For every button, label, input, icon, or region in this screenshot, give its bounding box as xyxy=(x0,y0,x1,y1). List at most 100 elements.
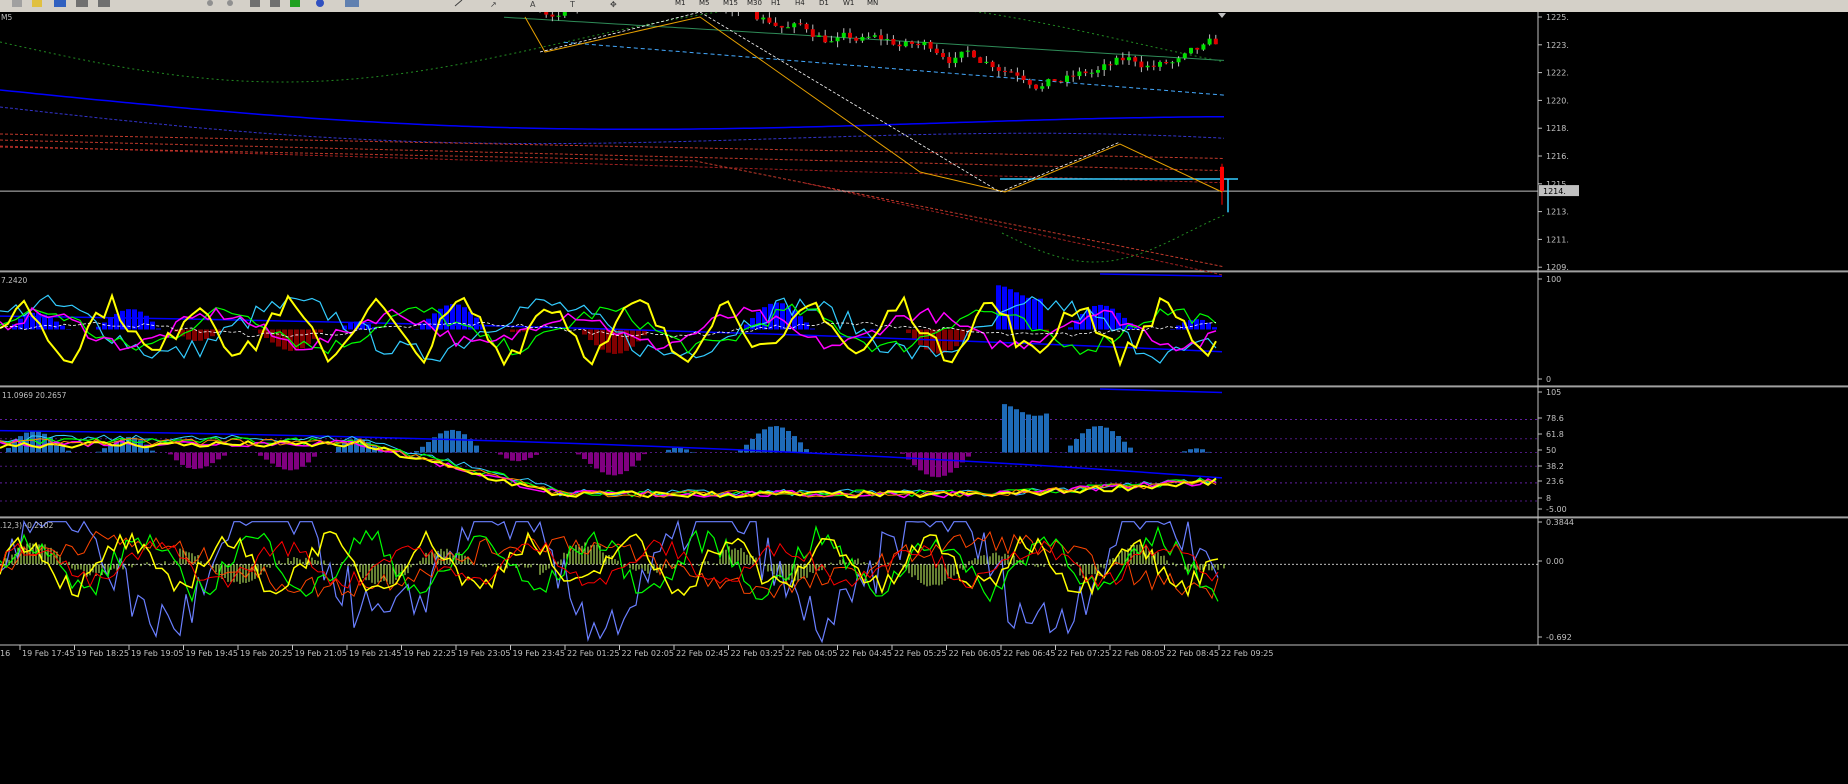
histogram-bar-positive xyxy=(756,312,761,330)
candle-body xyxy=(1176,58,1181,63)
histogram-bar-positive xyxy=(102,322,107,330)
histogram-bar-negative xyxy=(174,452,179,461)
histogram-bar-negative xyxy=(510,452,515,461)
histogram-bar-positive xyxy=(456,304,461,330)
histogram-bar-positive xyxy=(30,431,35,453)
timeframe-w1[interactable]: W1 xyxy=(843,0,854,7)
histogram-bar-positive xyxy=(132,309,137,330)
histogram-bar-negative xyxy=(306,329,311,345)
histogram-bar-positive xyxy=(60,446,65,453)
histogram-bar-positive xyxy=(102,448,107,453)
histogram-bar-positive xyxy=(780,303,785,330)
axis-tick-label: -0.692 xyxy=(1546,633,1572,642)
histogram-bar-positive xyxy=(1104,427,1109,453)
histogram-bar-positive xyxy=(1116,435,1121,453)
candle-body xyxy=(1052,79,1057,82)
axis-tick-label: 105 xyxy=(1546,388,1561,397)
toolbar-icons-left[interactable] xyxy=(10,0,130,8)
histogram-bar-negative xyxy=(282,452,287,470)
timeframe-m1[interactable]: M1 xyxy=(675,0,686,7)
candle-body xyxy=(1145,65,1150,68)
timeframe-h1[interactable]: H1 xyxy=(771,0,781,7)
timeframe-d1[interactable]: D1 xyxy=(819,0,829,7)
candle-body xyxy=(755,12,759,20)
histogram-bar-negative xyxy=(618,452,623,475)
histogram-bar-positive xyxy=(744,444,749,453)
candle-body xyxy=(916,43,921,46)
histogram-bar-positive xyxy=(1110,431,1115,453)
axis-tick-label: 0.3844 xyxy=(1546,518,1574,527)
candle-body xyxy=(1133,57,1138,62)
histogram-bar-negative xyxy=(936,452,941,478)
histogram-bar-positive xyxy=(6,447,11,453)
candle-body xyxy=(544,12,549,15)
timeframe-m30[interactable]: M30 xyxy=(747,0,762,7)
candle-body xyxy=(990,61,995,68)
histogram-bar-negative xyxy=(222,452,227,456)
histogram-bar-positive xyxy=(798,442,803,453)
timeframe-m5[interactable]: M5 xyxy=(699,0,710,7)
svg-text:↗: ↗ xyxy=(490,0,497,8)
histogram-bar-negative xyxy=(198,452,203,469)
toolbar-drawing-tools[interactable]: ↗ A T ✥ xyxy=(450,0,660,8)
candle-body xyxy=(1158,62,1162,67)
histogram-bar-positive xyxy=(1182,451,1187,453)
histogram-bar-negative xyxy=(192,329,197,341)
histogram-bar-negative xyxy=(918,452,923,471)
time-label: 22 Feb 02:45 xyxy=(676,649,728,658)
histogram-bar-negative xyxy=(534,452,539,455)
svg-text:A: A xyxy=(530,0,536,8)
histogram-bar-positive xyxy=(756,433,761,453)
histogram-bar-negative xyxy=(942,452,947,476)
candle-body xyxy=(1164,62,1169,64)
histogram-bar-negative xyxy=(306,452,311,463)
candle-body xyxy=(848,32,852,38)
histogram-bar-negative xyxy=(204,452,209,467)
histogram-bar-negative xyxy=(180,452,185,465)
histogram-bar-negative xyxy=(912,329,917,340)
chart-area[interactable]: 1225.1223.1222.1220.1218.1216.1215.1213.… xyxy=(0,12,1848,784)
histogram-bar-positive xyxy=(468,439,473,453)
pane-header-main: M5 xyxy=(1,13,12,22)
candle-body xyxy=(798,23,803,25)
histogram-bar-positive xyxy=(96,451,101,453)
axis-tick-label: 8 xyxy=(1546,494,1551,503)
histogram-bar-negative xyxy=(948,452,953,473)
axis-tick-label: 1222. xyxy=(1546,69,1569,78)
histogram-bar-positive xyxy=(1032,299,1037,330)
histogram-bar-positive xyxy=(1044,413,1049,453)
time-label: 19 Feb 21:45 xyxy=(349,649,401,658)
histogram-bar-positive xyxy=(426,441,431,453)
histogram-bar-positive xyxy=(774,426,779,453)
pane-header-osc1: 7.2420 xyxy=(1,276,27,285)
time-label: 19 Feb 23:45 xyxy=(513,649,565,658)
histogram-bar-positive xyxy=(432,313,437,330)
candle-body xyxy=(866,36,871,38)
axis-tick-label: 100 xyxy=(1546,275,1561,284)
toolbar-icons-middle[interactable] xyxy=(200,0,440,8)
candle-body xyxy=(984,61,989,63)
histogram-bar-positive xyxy=(780,427,785,453)
candle-body xyxy=(854,37,859,41)
histogram-bar-negative xyxy=(276,452,281,467)
histogram-bar-positive xyxy=(1002,286,1007,330)
candle-body xyxy=(556,15,561,17)
axis-tick-label: 0.00 xyxy=(1546,557,1564,566)
histogram-bar-negative xyxy=(504,452,509,459)
histogram-bar-negative xyxy=(204,329,209,339)
candle-body xyxy=(792,23,797,28)
histogram-bar-positive xyxy=(438,433,443,453)
axis-tick-label: 0 xyxy=(1546,375,1551,384)
histogram-bar-negative xyxy=(600,452,605,473)
candle-body xyxy=(922,41,927,46)
histogram-bar-positive xyxy=(750,318,755,330)
histogram-bar-positive xyxy=(1200,449,1205,453)
histogram-bar-negative xyxy=(630,329,635,347)
histogram-bar-negative xyxy=(300,452,305,467)
histogram-bar-negative xyxy=(636,452,641,461)
histogram-bar-negative xyxy=(288,452,293,471)
timeframe-h4[interactable]: H4 xyxy=(795,0,805,7)
timeframe-mn[interactable]: MN xyxy=(867,0,878,7)
histogram-bar-positive xyxy=(48,317,53,330)
timeframe-m15[interactable]: M15 xyxy=(723,0,738,7)
